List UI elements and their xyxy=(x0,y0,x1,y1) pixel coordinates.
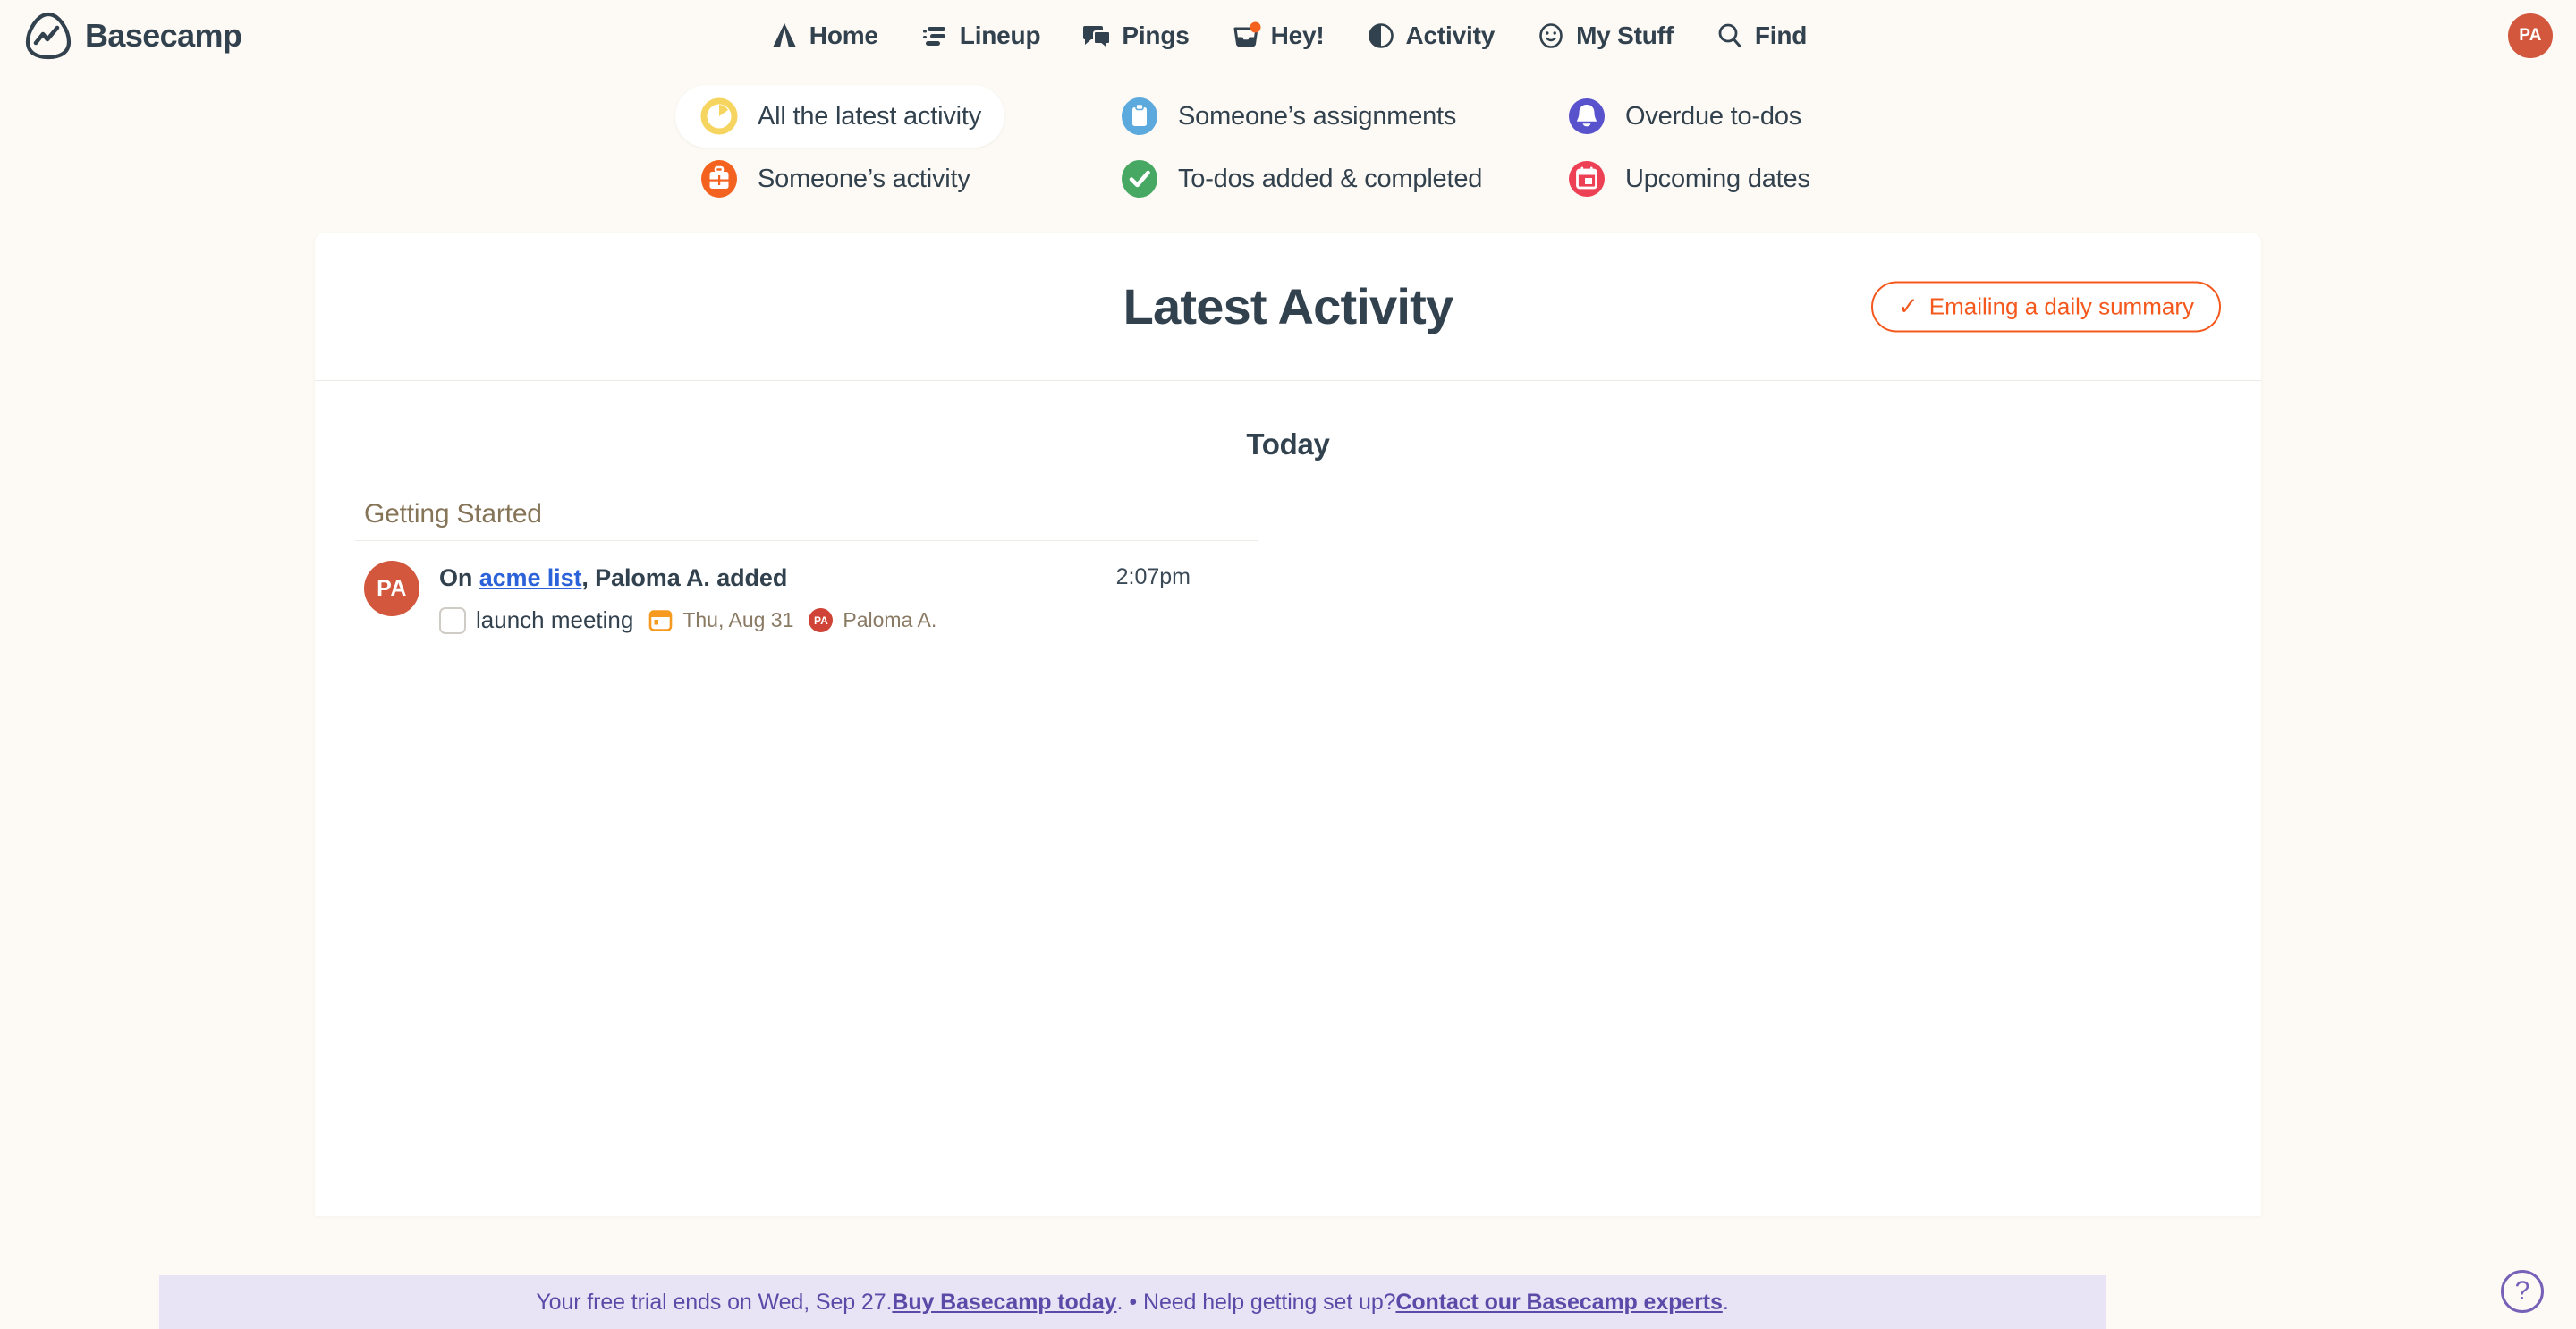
card-header: Latest Activity ✓ Emailing a daily summa… xyxy=(315,233,2261,381)
filter-chip-label: Someone’s assignments xyxy=(1178,101,1457,131)
top-navigation-bar: Basecamp Home Lineup Pings Hey! Activity… xyxy=(0,0,2576,72)
nav-item-activity[interactable]: Activity xyxy=(1366,21,1496,51)
filter-chip-todos-added-completed[interactable]: To-dos added & completed xyxy=(1096,148,1505,210)
calendar-icon xyxy=(1566,158,1607,199)
assignee-name: Paloma A. xyxy=(843,608,937,631)
nav-label-activity: Activity xyxy=(1405,21,1496,49)
nav-item-pings[interactable]: Pings xyxy=(1081,21,1190,51)
check-circle-icon xyxy=(1119,158,1160,199)
filter-chip-label: Someone’s activity xyxy=(758,164,970,193)
entry-todo-row: launch meeting Thu, Aug 31 PA Paloma A. xyxy=(439,606,1258,634)
entry-suffix: , Paloma A. added xyxy=(581,564,788,591)
filter-chip-label: To-dos added & completed xyxy=(1178,164,1483,193)
nav-item-lineup[interactable]: Lineup xyxy=(919,21,1041,51)
entry-prefix: On xyxy=(439,564,479,591)
nav-label-home: Home xyxy=(809,21,878,49)
filter-chip-someones-activity[interactable]: Someone’s activity xyxy=(675,148,994,210)
todo-title[interactable]: launch meeting xyxy=(476,606,633,634)
brand-home-link[interactable]: Basecamp xyxy=(23,11,242,61)
briefcase-icon xyxy=(699,158,740,199)
emailing-daily-summary-button[interactable]: ✓ Emailing a daily summary xyxy=(1871,281,2221,332)
nav-item-find[interactable]: Find xyxy=(1715,21,1807,51)
nav-label-lineup: Lineup xyxy=(959,21,1041,49)
trial-text-help: Need help getting set up? xyxy=(1142,1289,1396,1315)
lineup-bars-icon xyxy=(919,21,950,51)
nav-item-my-stuff[interactable]: My Stuff xyxy=(1536,21,1674,51)
filter-chip-all-latest-activity[interactable]: All the latest activity xyxy=(675,85,1005,148)
activity-group-label: Getting Started xyxy=(364,499,542,529)
filter-chip-label: Overdue to-dos xyxy=(1625,101,1802,131)
activity-entry: PA On acme list, Paloma A. added launch … xyxy=(355,541,1258,650)
contact-experts-link[interactable]: Contact our Basecamp experts xyxy=(1395,1290,1722,1316)
clock-pie-icon xyxy=(699,96,740,137)
latest-activity-card: Latest Activity ✓ Emailing a daily summa… xyxy=(315,233,2261,1216)
find-magnifier-icon xyxy=(1715,21,1745,51)
page-title: Latest Activity xyxy=(1123,278,1454,334)
filter-chip-label: All the latest activity xyxy=(758,101,982,131)
brand-name: Basecamp xyxy=(85,17,242,54)
nav-label-my-stuff: My Stuff xyxy=(1576,21,1674,49)
todo-checkbox[interactable] xyxy=(439,606,466,634)
filter-chip-upcoming-dates[interactable]: Upcoming dates xyxy=(1543,148,1834,210)
hey-inbox-tray-icon xyxy=(1231,21,1261,51)
activity-filter-chips: All the latest activity Someone’s assign… xyxy=(0,85,2576,210)
nav-label-pings: Pings xyxy=(1122,21,1190,49)
activity-pie-icon xyxy=(1366,21,1396,51)
nav-label-hey: Hey! xyxy=(1270,21,1325,49)
entry-avatar[interactable]: PA xyxy=(364,561,419,616)
trial-text-middle: . xyxy=(1116,1289,1123,1315)
nav-item-home[interactable]: Home xyxy=(769,21,878,51)
entry-timestamp: 2:07pm xyxy=(1115,564,1191,589)
filter-chip-label: Upcoming dates xyxy=(1625,164,1810,193)
day-heading: Today xyxy=(1246,427,1330,461)
assignee-avatar-initials: PA xyxy=(814,614,828,627)
trial-text-before: Your free trial ends on Wed, Sep 27. xyxy=(536,1289,893,1315)
account-avatar[interactable]: PA xyxy=(2508,13,2553,58)
activity-list: Getting Started PA On acme list, Paloma … xyxy=(355,499,1258,650)
home-tent-icon xyxy=(769,21,800,51)
clipboard-icon xyxy=(1119,96,1160,137)
filter-chip-someones-assignments[interactable]: Someone’s assignments xyxy=(1096,85,1479,148)
trial-banner: Your free trial ends on Wed, Sep 27. Buy… xyxy=(159,1275,2106,1329)
trial-text-end: . xyxy=(1722,1289,1729,1315)
separator-dot: • xyxy=(1129,1289,1137,1315)
pings-speech-bubbles-icon xyxy=(1081,21,1112,51)
help-button[interactable]: ? xyxy=(2501,1270,2544,1313)
filter-chip-overdue-todos[interactable]: Overdue to-dos xyxy=(1543,85,1825,148)
nav-label-find: Find xyxy=(1754,21,1808,49)
summary-button-label: Emailing a daily summary xyxy=(1928,292,2194,319)
my-stuff-smiley-icon xyxy=(1536,21,1566,51)
basecamp-logo-icon xyxy=(23,11,73,61)
assignee-avatar[interactable]: PA xyxy=(809,608,834,632)
entry-avatar-initials: PA xyxy=(377,575,407,601)
entry-list-link[interactable]: acme list xyxy=(479,564,582,591)
due-date-label: Thu, Aug 31 xyxy=(682,608,794,631)
check-icon: ✓ xyxy=(1898,292,1919,319)
due-date-calendar-icon xyxy=(648,608,673,632)
nav-item-hey[interactable]: Hey! xyxy=(1231,21,1325,51)
primary-nav-links: Home Lineup Pings Hey! Activity My Stuff… xyxy=(769,21,1807,51)
avatar-initials: PA xyxy=(2519,26,2542,45)
bell-icon xyxy=(1566,96,1607,137)
buy-basecamp-link[interactable]: Buy Basecamp today xyxy=(892,1290,1116,1316)
